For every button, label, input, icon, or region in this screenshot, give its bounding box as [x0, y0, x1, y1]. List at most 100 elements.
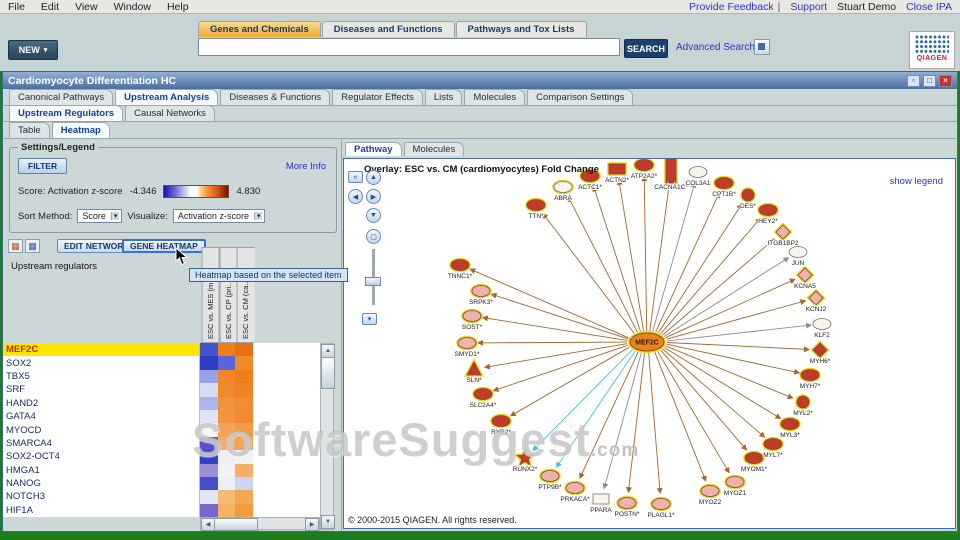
heatmap-row-smarca4[interactable]: SMARCA4	[3, 436, 320, 451]
heatmap-cell[interactable]	[217, 476, 236, 491]
gene-node-kcnj2[interactable]	[808, 290, 824, 306]
menu-file[interactable]: File	[8, 1, 25, 13]
scrollbar-thumb[interactable]	[214, 518, 258, 531]
heatmap-row-mef2c[interactable]: MEF2C	[3, 343, 320, 357]
menu-view[interactable]: View	[75, 1, 98, 13]
gene-node-myoz1[interactable]	[725, 476, 745, 488]
scroll-up-icon[interactable]: ▲	[321, 344, 335, 358]
menu-edit[interactable]: Edit	[41, 1, 59, 13]
maximize-window-icon[interactable]: □	[923, 74, 936, 87]
heatmap-cell[interactable]	[217, 450, 236, 464]
export-grid-icon-button[interactable]: ▦	[25, 239, 40, 253]
overview-icon[interactable]: ▢	[366, 229, 381, 244]
heatmap-cell[interactable]	[235, 343, 253, 357]
gene-node-myoz2[interactable]	[700, 485, 720, 497]
heatmap-cell[interactable]	[235, 369, 253, 384]
gene-node-klf2[interactable]	[812, 318, 832, 330]
heatmap-cell[interactable]	[217, 396, 236, 410]
heatmap-cell[interactable]	[217, 463, 236, 477]
scrollbar-thumb[interactable]	[321, 357, 335, 389]
tab-pathways-and-tox-lists[interactable]: Pathways and Tox Lists	[455, 21, 587, 37]
gene-node-myh7[interactable]	[800, 369, 820, 381]
tab-diseases-and-functions[interactable]: Diseases and Functions	[321, 21, 455, 37]
advanced-search-link[interactable]: Advanced Search	[676, 42, 755, 53]
window-titlebar[interactable]: Cardiomyocyte Differentiation HC ▫ □ ×	[3, 72, 957, 89]
gene-node-srpk3[interactable]	[471, 285, 491, 297]
gene-node-actn2[interactable]	[608, 163, 626, 175]
new-button[interactable]: NEW ▾	[8, 40, 58, 60]
heatmap-cell[interactable]	[200, 383, 218, 397]
regulator-label[interactable]: NANOG	[3, 476, 200, 491]
tab-diseases-functions[interactable]: Diseases & Functions	[220, 89, 331, 105]
gene-heatmap-button[interactable]: GENE HEATMAP	[122, 239, 206, 253]
regulator-label[interactable]: NOTCH3	[3, 490, 200, 504]
gene-node-myh6[interactable]	[812, 342, 828, 358]
gene-node-kcna5[interactable]	[797, 267, 813, 283]
gene-node-smyd1[interactable]	[457, 337, 477, 349]
heatmap-cell[interactable]	[235, 450, 253, 464]
heatmap-row-gata4[interactable]: GATA4	[3, 409, 320, 424]
gene-node-atp2a2[interactable]	[634, 159, 654, 171]
heatmap-cell[interactable]	[200, 450, 218, 464]
heatmap-cell[interactable]	[217, 343, 236, 357]
menu-window[interactable]: Window	[114, 1, 151, 13]
gene-node-ryr2[interactable]	[491, 415, 511, 427]
heatmap-column-header[interactable]: ESC vs. CP (pri...	[219, 247, 238, 343]
close-ipa[interactable]: Close IPA	[906, 1, 952, 13]
search-button[interactable]: SEARCH	[624, 39, 668, 58]
gene-node-abra[interactable]	[553, 181, 573, 193]
gene-node-plagl1[interactable]	[651, 498, 671, 510]
heatmap-cell[interactable]	[235, 356, 253, 370]
gene-node-des[interactable]	[741, 188, 755, 202]
heatmap-cell[interactable]	[200, 343, 218, 357]
gene-node-ttn[interactable]	[526, 199, 546, 211]
expand-more-icon[interactable]: ▾	[362, 313, 377, 325]
gene-node-cacna1c[interactable]	[665, 159, 677, 184]
sort-method-select[interactable]: Score ▾	[77, 209, 123, 223]
regulator-label[interactable]: SMARCA4	[3, 436, 200, 451]
heatmap-cell[interactable]	[200, 423, 218, 437]
gene-node-ppara[interactable]	[592, 493, 610, 505]
heatmap-cell[interactable]	[200, 476, 218, 491]
gene-node-ptp9b[interactable]	[540, 470, 560, 482]
heatmap-cell[interactable]	[217, 436, 236, 451]
regulator-label[interactable]: MYOCD	[3, 423, 200, 437]
gene-node-myl3[interactable]	[780, 418, 800, 430]
tab-lists[interactable]: Lists	[424, 89, 463, 105]
heatmap-cell[interactable]	[200, 356, 218, 370]
heatmap-cell[interactable]	[235, 409, 253, 424]
heatmap-cell[interactable]	[217, 369, 236, 384]
close-window-icon[interactable]: ×	[939, 74, 952, 87]
heatmap-row-sox2-oct4[interactable]: SOX2-OCT4	[3, 450, 320, 464]
tab-regulator-effects[interactable]: Regulator Effects	[332, 89, 423, 105]
heatmap-cell[interactable]	[235, 490, 253, 504]
heatmap-column-header[interactable]: ESC vs. MES (m...	[202, 247, 220, 343]
heatmap-cell[interactable]	[217, 356, 236, 370]
gene-node-myl2[interactable]	[796, 395, 810, 409]
tab-molecules[interactable]: Molecules	[403, 142, 465, 156]
heatmap-cell[interactable]	[217, 490, 236, 504]
heatmap-row-notch3[interactable]: NOTCH3	[3, 490, 320, 504]
heatmap-cell[interactable]	[217, 409, 236, 424]
show-legend-link[interactable]: show legend	[890, 176, 943, 187]
scroll-down-icon[interactable]: ▼	[321, 515, 335, 529]
pan-up-icon[interactable]: ▲	[366, 170, 381, 185]
heatmap-row-myocd[interactable]: MYOCD	[3, 423, 320, 437]
gene-node-prkaca[interactable]	[565, 482, 585, 494]
heatmap-cell[interactable]	[200, 463, 218, 477]
heatmap-cell[interactable]	[200, 503, 218, 517]
heatmap-cell[interactable]	[235, 436, 253, 451]
pan-down-icon[interactable]: ▼	[366, 208, 381, 223]
visualize-select[interactable]: Activation z-score ▾	[172, 209, 266, 223]
heatmap-cell[interactable]	[235, 396, 253, 410]
scroll-right-icon[interactable]: ▶	[305, 518, 319, 531]
heatmap-cell[interactable]	[200, 490, 218, 504]
regulator-label[interactable]: SOX2-OCT4	[3, 450, 200, 464]
gene-node-hey2[interactable]	[758, 204, 778, 216]
pathway-canvas[interactable]: Overlay: ESC vs. CM (cardiomyocytes) Fol…	[343, 158, 956, 529]
tab-upstream-analysis[interactable]: Upstream Analysis	[115, 89, 219, 105]
heatmap-cell[interactable]	[200, 436, 218, 451]
pan-right-icon[interactable]: ▶	[366, 189, 381, 204]
support[interactable]: Support	[790, 1, 827, 13]
heatmap-cell[interactable]	[200, 396, 218, 410]
